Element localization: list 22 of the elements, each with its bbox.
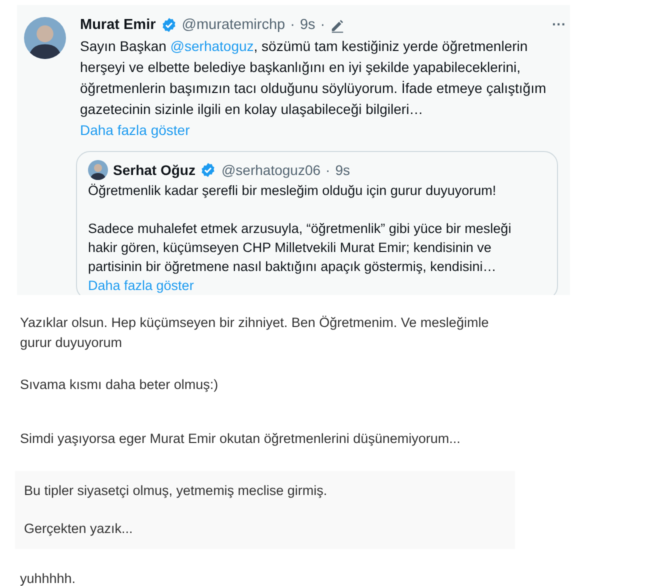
quoted-tweet[interactable] (76, 151, 558, 295)
separator-dot: · (320, 16, 326, 35)
author-name[interactable]: Serhat Oğuz (113, 160, 196, 180)
comment-text: Yazıklar olsun. Hep küçümseyen bir zihniyet. Ben Öğretmenim. Ve mesleğimle gurur duyuyorum (20, 314, 490, 352)
comment-text: Simdi yaşıyorsa eger Murat Emir okutan öğretmenlerini düşünemiyorum... (20, 430, 462, 448)
avatar (24, 17, 66, 59)
tweet-text: Sayın Başkan @serhatoguz, sözümü tam kestiğiniz yerde öğretmenlerin herşeyi ve elbette belediye başkanlığını en iyi şekilde yapabileceklerini, öğretmenlerin başımızın tacı olduğunu söylüyorum. İfade etmeye çalıştığım gazetecinin sizinle ilgili en kolay ulaşabileceği bilgileri… (80, 37, 548, 119)
separator-dot: · (326, 161, 330, 180)
separator-dot: · (290, 16, 295, 35)
comment-text: Bu tipler siyasetçi olmuş, yetmemiş meclise girmiş. (24, 482, 328, 500)
comment-text: Sıvama kısmı daha beter olmuş:) (20, 376, 220, 394)
user-handle[interactable]: @muratemirchp (182, 15, 286, 35)
avatar (88, 160, 108, 180)
quote-text: Öğretmenlik kadar şerefli bir mesleğim olduğu için gurur duyuyorum! (88, 182, 498, 200)
timestamp[interactable]: 9s (335, 160, 350, 180)
timestamp[interactable]: 9s (300, 15, 316, 35)
user-handle[interactable]: @serhatoguz06 (221, 160, 321, 180)
author-name[interactable]: Murat Emir (80, 15, 156, 35)
more-options-button[interactable]: ··· (552, 15, 568, 33)
comment-text: yuhhhhh. (20, 570, 77, 586)
quote-text: Sadece muhalefet etmek arzusuyla, “öğretmenlik” gibi yüce bir mesleği hakir gören, küçümseyen CHP Milletvekili Murat Emir; kendisinin ve partisinin bir öğretmene nasıl baktığını apaçık göstermiş, kendisini… (88, 220, 512, 276)
comment-text: Gerçekten yazık... (24, 520, 134, 538)
